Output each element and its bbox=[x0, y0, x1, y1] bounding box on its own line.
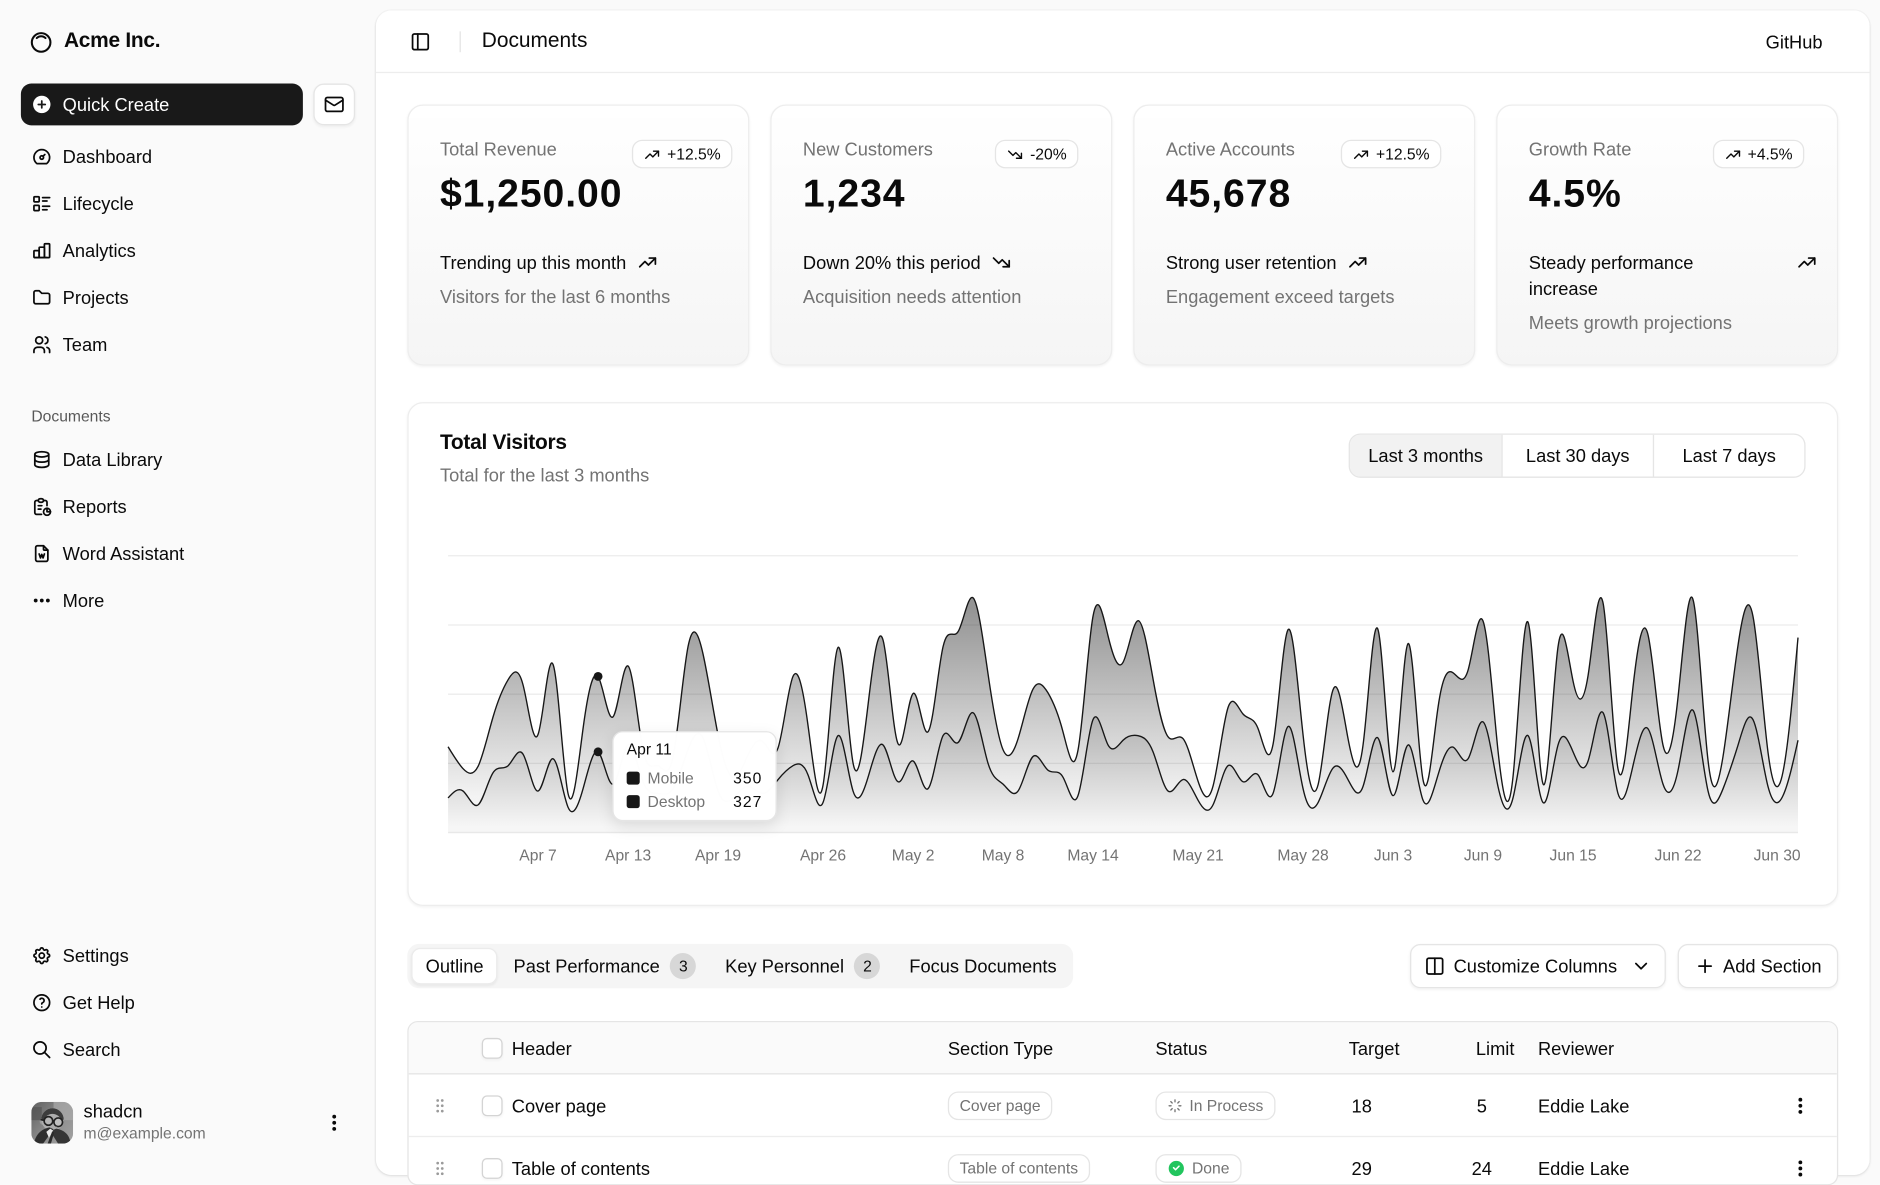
svg-text:May 28: May 28 bbox=[1277, 847, 1329, 864]
svg-text:May 2: May 2 bbox=[892, 847, 935, 864]
svg-text:May 21: May 21 bbox=[1172, 847, 1223, 864]
svg-text:Jun 3: Jun 3 bbox=[1374, 847, 1413, 864]
svg-text:May 14: May 14 bbox=[1067, 847, 1119, 864]
svg-text:Jun 30: Jun 30 bbox=[1754, 847, 1801, 864]
svg-text:May 8: May 8 bbox=[982, 847, 1025, 864]
svg-text:Apr 13: Apr 13 bbox=[605, 847, 651, 864]
svg-text:Jun 22: Jun 22 bbox=[1655, 847, 1702, 864]
svg-text:Apr 26: Apr 26 bbox=[800, 847, 846, 864]
svg-text:Apr 19: Apr 19 bbox=[695, 847, 741, 864]
svg-text:Apr 7: Apr 7 bbox=[519, 847, 556, 864]
svg-text:Jun 9: Jun 9 bbox=[1464, 847, 1502, 864]
svg-text:Jun 15: Jun 15 bbox=[1550, 847, 1597, 864]
